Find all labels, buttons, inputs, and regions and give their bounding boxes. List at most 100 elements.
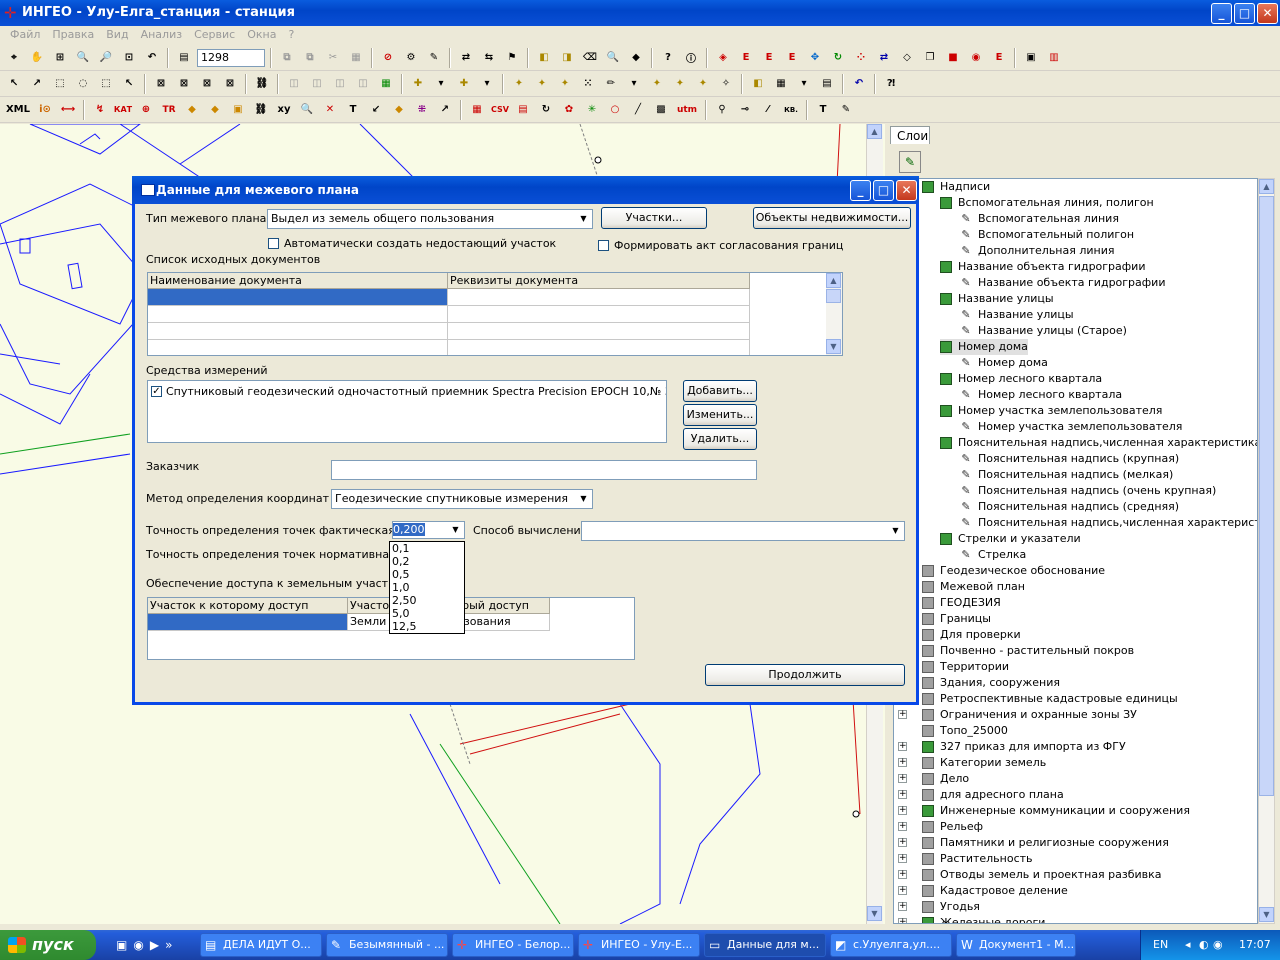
raster-icon[interactable]: ▩	[651, 100, 671, 120]
add-button[interactable]: Добавить...	[683, 380, 757, 402]
map-scroll-up-icon[interactable]: ▲	[867, 124, 882, 139]
stop-icon[interactable]: ⊘	[378, 48, 398, 68]
table-cell[interactable]	[448, 323, 750, 340]
utm-icon[interactable]: utm	[674, 100, 700, 120]
segments-icon[interactable]: ⛓	[251, 100, 271, 120]
stamp-icon[interactable]: ■	[943, 48, 963, 68]
text-icon[interactable]: T	[343, 100, 363, 120]
delete-button[interactable]: Удалить...	[683, 428, 757, 450]
continue-button[interactable]: Продолжить	[705, 664, 905, 686]
layer-settings-icon[interactable]: ✎	[899, 151, 921, 173]
expand-icon[interactable]: +	[898, 758, 907, 767]
layer-item[interactable]: + Кадастровое деление	[898, 883, 1068, 899]
layer-item[interactable]: ✎ Пояснительная надпись (крупная)	[960, 451, 1179, 467]
rotate-icon[interactable]: ↻	[828, 48, 848, 68]
magnify-icon[interactable]: 🔍	[297, 100, 317, 120]
layer-item[interactable]: + Угодья	[898, 899, 980, 915]
expand-icon[interactable]: +	[898, 870, 907, 879]
move-icon[interactable]: ✥	[805, 48, 825, 68]
measure-icon[interactable]: ↯	[90, 100, 110, 120]
undo-icon[interactable]: ↶	[849, 74, 869, 94]
rect-select-icon[interactable]: ⬚	[50, 74, 70, 94]
tr-icon[interactable]: TR	[159, 100, 179, 120]
menu-analysis[interactable]: Анализ	[135, 26, 189, 44]
delete-x-icon[interactable]: ✕	[320, 100, 340, 120]
attribute-menu-icon[interactable]: ▾	[477, 74, 497, 94]
auto-create-checkbox[interactable]	[268, 238, 279, 249]
layer-item[interactable]: +327 приказ для импорта из ФГУ	[898, 739, 1126, 755]
zoom-in-icon[interactable]: 🔍	[73, 48, 93, 68]
vertex-move-icon[interactable]: ✦	[670, 74, 690, 94]
media-icon[interactable]: ◉	[133, 938, 143, 952]
egrz-export-icon[interactable]: Е	[759, 48, 779, 68]
tag-icon[interactable]: ◆	[205, 100, 225, 120]
edit-vertex-icon[interactable]: ✦	[509, 74, 529, 94]
layer-item[interactable]: Геодезическое обоснование	[922, 563, 1105, 579]
object-menu-icon[interactable]: ▾	[431, 74, 451, 94]
zoom-prev-icon[interactable]: ↶	[142, 48, 162, 68]
accuracy-option[interactable]: 1,0	[390, 581, 464, 594]
area-icon[interactable]: ▣	[228, 100, 248, 120]
docs-scroll-up-icon[interactable]: ▲	[826, 273, 841, 288]
layer-icon[interactable]: ◧	[534, 48, 554, 68]
vector-icon[interactable]: ↗	[435, 100, 455, 120]
layer-item[interactable]: + Категории земель	[898, 755, 1046, 771]
table-icon[interactable]: ▦	[771, 74, 791, 94]
double-arrow-icon[interactable]: ⟷	[58, 100, 78, 120]
table-row[interactable]	[148, 306, 448, 323]
layer-item[interactable]: ГЕОДЕЗИЯ	[922, 595, 1001, 611]
document-icon[interactable]: ▣	[1021, 48, 1041, 68]
player-icon[interactable]: ▶	[150, 938, 159, 952]
zoom-out-icon[interactable]: 🔎	[96, 48, 116, 68]
table-row[interactable]	[148, 614, 348, 631]
accuracy-option[interactable]: 12,5	[390, 620, 464, 633]
menu-windows[interactable]: Окна	[241, 26, 282, 44]
flag-icon[interactable]: ⚑	[502, 48, 522, 68]
new-object-icon[interactable]: ✚	[408, 74, 428, 94]
docs-scroll-thumb[interactable]	[826, 289, 841, 303]
layer-item[interactable]: Здания, сооружения	[922, 675, 1060, 691]
circle-icon[interactable]: ○	[605, 100, 625, 120]
customer-input[interactable]	[331, 460, 757, 480]
egrz-import-icon[interactable]: Е	[736, 48, 756, 68]
expand-icon[interactable]: +	[898, 774, 907, 783]
scale-icon[interactable]: ▤	[174, 48, 194, 68]
docs-scrollbar[interactable]: ▲ ▼	[826, 273, 842, 355]
puzzle-icon[interactable]: ✧	[716, 74, 736, 94]
node-icon[interactable]: ⇆	[479, 48, 499, 68]
layer-item[interactable]: ✎ Название улицы (Старое)	[960, 323, 1127, 339]
add-vertex-icon[interactable]: ✦	[532, 74, 552, 94]
cursor-plus-icon[interactable]: ↖	[119, 74, 139, 94]
lasso-icon[interactable]: ◌	[73, 74, 93, 94]
layer-item[interactable]: Топо_25000	[922, 723, 1008, 739]
minimize-button[interactable]: _	[1211, 3, 1232, 24]
parcels-button[interactable]: Участки...	[601, 207, 707, 229]
layer-item[interactable]: Название улицы	[940, 291, 1054, 307]
expand-icon[interactable]: +	[898, 710, 907, 719]
route-icon[interactable]: ⇄	[456, 48, 476, 68]
table-cell[interactable]	[448, 340, 750, 355]
egrz-icon[interactable]: ◈	[713, 48, 733, 68]
crosshair-icon[interactable]: ⊕	[136, 100, 156, 120]
text-number-icon[interactable]: T	[813, 100, 833, 120]
layer-item[interactable]: Пояснительная надпись,численная характер…	[940, 435, 1257, 451]
dialog-minimize-button[interactable]: _	[850, 180, 871, 201]
accuracy-actual-select[interactable]: 0,200 ▼	[392, 521, 465, 539]
access-column-target[interactable]: Участок к которому доступ	[148, 598, 348, 614]
delete-vertex-icon[interactable]: ✦	[555, 74, 575, 94]
table-menu-icon[interactable]: ▾	[794, 74, 814, 94]
hatch-icon[interactable]: ⁜	[412, 100, 432, 120]
layer-item[interactable]: ✎ Пояснительная надпись (мелкая)	[960, 467, 1173, 483]
sticky-icon[interactable]: ◧	[748, 74, 768, 94]
layer-item[interactable]: ✎ Вспомогательная линия	[960, 211, 1119, 227]
search-icon[interactable]: 🔍	[603, 48, 623, 68]
expand-icon[interactable]: +	[898, 806, 907, 815]
plan-type-select[interactable]: Выдел из земель общего пользования ▼	[267, 209, 593, 229]
menu-file[interactable]: Файл	[4, 26, 46, 44]
expand-icon[interactable]: +	[898, 822, 907, 831]
layer-item[interactable]: ✎ Стрелка	[960, 547, 1026, 563]
layer-item[interactable]: Почвенно - растительный покров	[922, 643, 1134, 659]
layer-item[interactable]: Номер участка землепользователя	[940, 403, 1162, 419]
layer-item[interactable]: + Инженерные коммуникации и сооружения	[898, 803, 1190, 819]
layer-item[interactable]: + Растительность	[898, 851, 1033, 867]
